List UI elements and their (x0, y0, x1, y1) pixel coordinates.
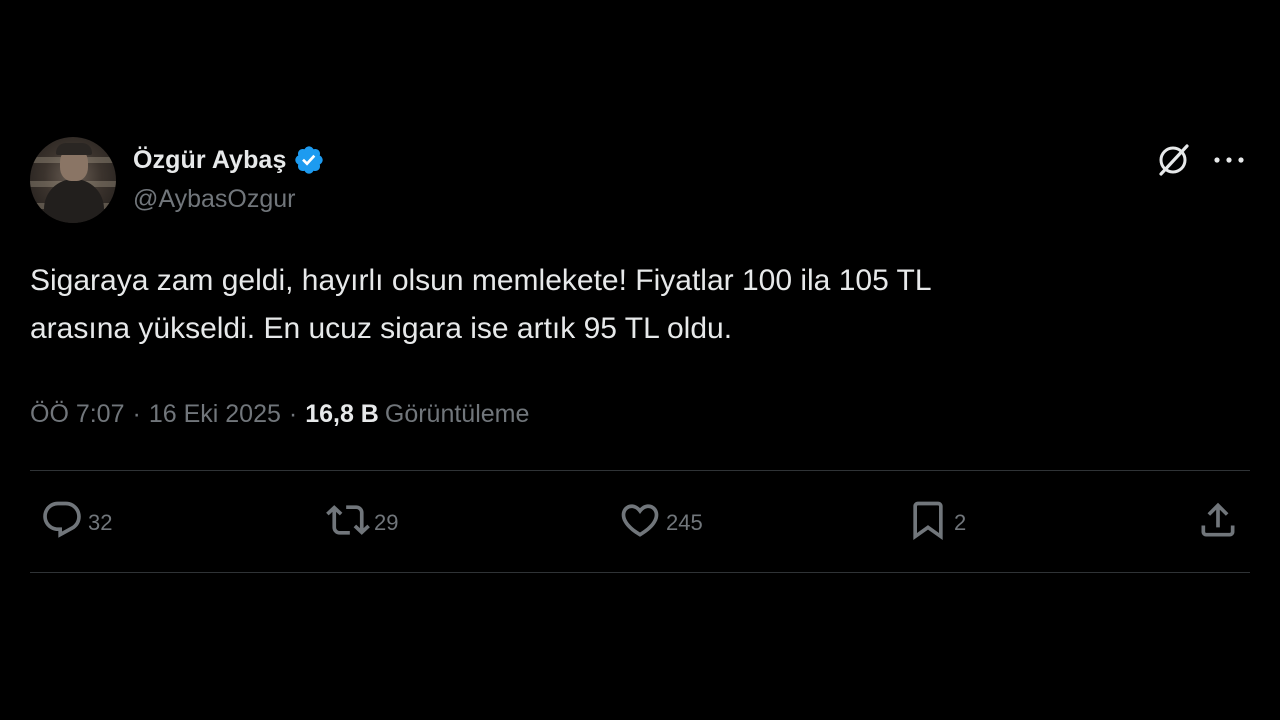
like-count: 245 (666, 510, 703, 535)
author-display-name[interactable]: Özgür Aybaş (133, 146, 286, 175)
bookmark-icon (906, 498, 950, 548)
reply-button[interactable]: 32 (40, 497, 112, 549)
repost-count: 29 (374, 510, 399, 535)
tweet-time[interactable]: ÖÖ 7:07 (30, 400, 125, 429)
author-handle[interactable]: @AybasOzgur (133, 185, 296, 214)
divider-top (30, 470, 1250, 471)
verified-badge-icon[interactable] (293, 144, 325, 176)
heart-icon (618, 498, 662, 548)
action-bar: 32 29 245 2 (30, 497, 1250, 549)
divider-bottom (30, 572, 1250, 573)
more-icon[interactable] (1210, 146, 1248, 174)
bookmark-button[interactable]: 2 (906, 497, 966, 549)
like-button[interactable]: 245 (618, 497, 703, 549)
share-button[interactable] (1196, 497, 1240, 549)
repost-button[interactable]: 29 (326, 497, 398, 549)
repost-icon (326, 498, 370, 548)
meta-separator: · (288, 399, 298, 428)
author-name-row: Özgür Aybaş (133, 141, 325, 179)
bookmark-count: 2 (954, 510, 967, 535)
tweet-text: Sigaraya zam geldi, hayırlı olsun memlek… (30, 264, 932, 345)
views-label[interactable]: Görüntüleme (385, 400, 530, 429)
views-count[interactable]: 16,8 B (305, 400, 379, 429)
avatar[interactable] (30, 137, 116, 223)
reply-icon (40, 498, 84, 548)
grok-icon[interactable] (1154, 141, 1192, 179)
meta-separator: · (132, 399, 141, 428)
tweet-date[interactable]: 16 Eki 2025 (149, 400, 281, 429)
share-icon (1196, 498, 1240, 548)
tweet-meta: ÖÖ 7:07 · 16 Eki 2025 · 16,8 B Görüntüle… (30, 394, 529, 434)
reply-count: 32 (88, 510, 113, 535)
